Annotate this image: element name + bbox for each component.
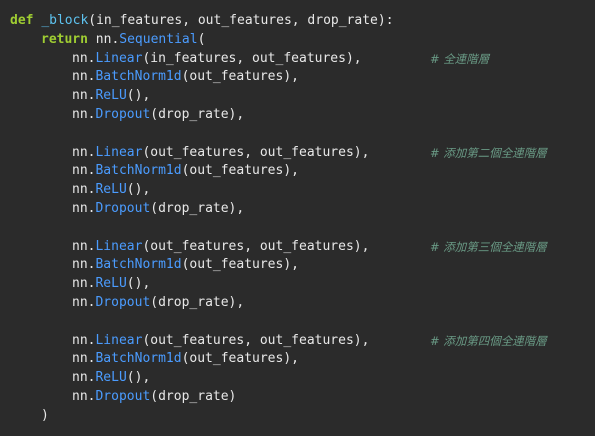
nn-prefix: nn. <box>72 106 96 122</box>
close-paren: ) <box>41 407 49 423</box>
code-line-relu-1: nn.ReLU(), <box>10 87 595 106</box>
function-name: _block <box>41 13 89 28</box>
nn-prefix: nn. <box>72 182 96 198</box>
relu-args: (), <box>126 276 151 292</box>
relu-class: ReLU <box>95 276 127 292</box>
dropout-class: Dropout <box>95 200 151 216</box>
dropout-args-last: (drop_rate) <box>150 388 237 404</box>
dropout-args: (drop_rate), <box>150 200 245 216</box>
sequential-class: Sequential <box>119 31 198 47</box>
nn-prefix: nn. <box>95 31 120 47</box>
linear-args: (in_features, out_features), <box>142 50 362 66</box>
dropout-args: (drop_rate), <box>150 106 245 122</box>
nn-prefix: nn. <box>72 163 96 179</box>
nn-prefix: nn. <box>72 388 96 404</box>
relu-class: ReLU <box>95 182 127 198</box>
code-editor[interactable]: def _block(in_features, out_features, dr… <box>0 0 595 436</box>
nn-prefix: nn. <box>72 276 96 292</box>
relu-args: (), <box>126 370 151 386</box>
comment-4: # 添加第四個全連階層 <box>430 333 547 348</box>
nn-prefix: nn. <box>72 370 96 386</box>
def-keyword: def <box>10 13 34 28</box>
code-line-dropout-3: nn.Dropout(drop_rate), <box>10 294 595 313</box>
code-line-relu-2: nn.ReLU(), <box>10 181 595 200</box>
code-line-batchnorm-2: nn.BatchNorm1d(out_features), <box>10 162 595 181</box>
code-line-linear-1: nn.Linear(in_features, out_features), # 全… <box>10 50 595 69</box>
relu-args: (), <box>126 88 151 104</box>
comment-2: # 添加第二個全連階層 <box>430 145 547 160</box>
nn-prefix: nn. <box>72 332 96 348</box>
linear-class: Linear <box>95 332 143 348</box>
nn-prefix: nn. <box>72 200 96 216</box>
code-line-dropout-1: nn.Dropout(drop_rate), <box>10 106 595 125</box>
code-line-linear-2: nn.Linear(out_features, out_features), # … <box>10 144 595 163</box>
code-line-dropout-4: nn.Dropout(drop_rate) <box>10 388 595 407</box>
nn-prefix: nn. <box>72 88 96 104</box>
dropout-class: Dropout <box>95 294 151 310</box>
linear-args: (out_features, out_features), <box>142 238 370 254</box>
dropout-args: (drop_rate), <box>150 294 245 310</box>
code-line-batchnorm-4: nn.BatchNorm1d(out_features), <box>10 350 595 369</box>
nn-prefix: nn. <box>72 69 96 85</box>
open-paren: ( <box>197 31 206 47</box>
function-params: (in_features, out_features, drop_rate): <box>88 13 394 28</box>
linear-class: Linear <box>95 238 143 254</box>
code-line-return: return nn.Sequential( <box>10 31 595 50</box>
batchnorm-args: (out_features), <box>181 69 299 85</box>
comment-1: # 全連階層 <box>430 51 490 66</box>
nn-prefix: nn. <box>72 144 96 160</box>
batchnorm-args: (out_features), <box>181 351 299 367</box>
linear-class: Linear <box>95 50 143 66</box>
dropout-class: Dropout <box>95 388 151 404</box>
batchnorm-class: BatchNorm1d <box>95 69 182 85</box>
nn-prefix: nn. <box>72 351 96 367</box>
batchnorm-args: (out_features), <box>181 257 299 273</box>
nn-prefix: nn. <box>72 50 96 66</box>
linear-args: (out_features, out_features), <box>142 332 370 348</box>
batchnorm-class: BatchNorm1d <box>95 257 182 273</box>
linear-class: Linear <box>95 144 143 160</box>
relu-args: (), <box>126 182 151 198</box>
batchnorm-class: BatchNorm1d <box>95 351 182 367</box>
relu-class: ReLU <box>95 370 127 386</box>
code-line-close: ) <box>10 407 595 426</box>
linear-args: (out_features, out_features), <box>142 144 370 160</box>
nn-prefix: nn. <box>72 257 96 273</box>
code-line-def: def _block(in_features, out_features, dr… <box>10 12 595 31</box>
code-line-linear-4: nn.Linear(out_features, out_features), # … <box>10 332 595 351</box>
batchnorm-class: BatchNorm1d <box>95 163 182 179</box>
code-line-batchnorm-3: nn.BatchNorm1d(out_features), <box>10 256 595 275</box>
return-keyword: return <box>41 31 88 47</box>
nn-prefix: nn. <box>72 238 96 254</box>
relu-class: ReLU <box>95 88 127 104</box>
nn-prefix: nn. <box>72 294 96 310</box>
dropout-class: Dropout <box>95 106 151 122</box>
batchnorm-args: (out_features), <box>181 163 299 179</box>
code-line-batchnorm-1: nn.BatchNorm1d(out_features), <box>10 68 595 87</box>
comment-3: # 添加第三個全連階層 <box>430 239 547 254</box>
code-line-linear-3: nn.Linear(out_features, out_features), # … <box>10 238 595 257</box>
code-line-relu-3: nn.ReLU(), <box>10 275 595 294</box>
code-line-dropout-2: nn.Dropout(drop_rate), <box>10 200 595 219</box>
code-line-relu-4: nn.ReLU(), <box>10 369 595 388</box>
